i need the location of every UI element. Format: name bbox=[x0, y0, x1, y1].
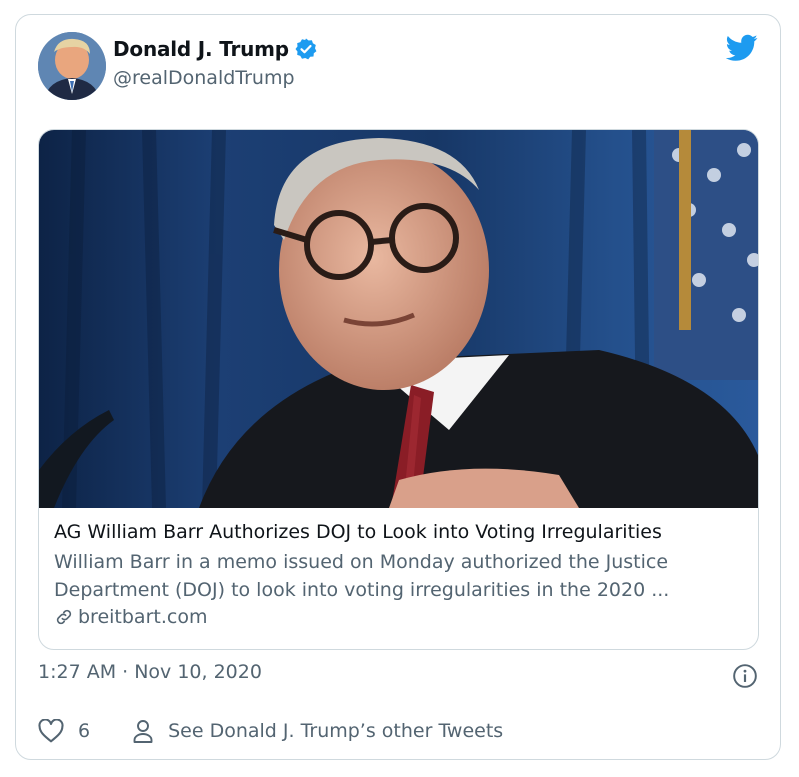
link-description-line-1: William Barr in a memo issued on Monday … bbox=[54, 551, 669, 573]
tweet-embed-card: Donald J. Trump @realDonaldTrump AG Will… bbox=[15, 14, 781, 760]
like-count[interactable]: 6 bbox=[78, 720, 90, 742]
link-preview-text[interactable]: AG William Barr Authorizes DOJ to Look i… bbox=[54, 520, 746, 628]
author-handle[interactable]: @realDonaldTrump bbox=[113, 67, 295, 89]
link-description-line-2: Department (DOJ) to look into voting irr… bbox=[54, 579, 670, 601]
link-preview-card[interactable]: AG William Barr Authorizes DOJ to Look i… bbox=[38, 129, 759, 650]
link-icon bbox=[56, 609, 72, 625]
author-name[interactable]: Donald J. Trump bbox=[113, 37, 289, 61]
verified-badge-icon bbox=[295, 38, 317, 60]
info-icon[interactable] bbox=[732, 663, 758, 689]
link-description: William Barr in a memo issued on Monday … bbox=[54, 548, 746, 604]
person-icon bbox=[133, 720, 153, 743]
see-other-tweets-link[interactable]: See Donald J. Trump’s other Tweets bbox=[168, 720, 503, 742]
link-title[interactable]: AG William Barr Authorizes DOJ to Look i… bbox=[54, 520, 746, 544]
link-domain-row[interactable]: breitbart.com bbox=[54, 606, 746, 628]
author-name-row[interactable]: Donald J. Trump bbox=[113, 37, 318, 61]
heart-icon[interactable] bbox=[38, 719, 64, 743]
link-preview-image[interactable] bbox=[39, 130, 759, 508]
tweet-timestamp[interactable]: 1:27 AM · Nov 10, 2020 bbox=[38, 661, 262, 683]
tweet-actions: 6 See Donald J. Trump’s other Tweets bbox=[38, 719, 503, 743]
link-domain[interactable]: breitbart.com bbox=[78, 606, 207, 628]
author-avatar[interactable] bbox=[38, 32, 106, 100]
twitter-bird-icon[interactable] bbox=[726, 34, 758, 62]
